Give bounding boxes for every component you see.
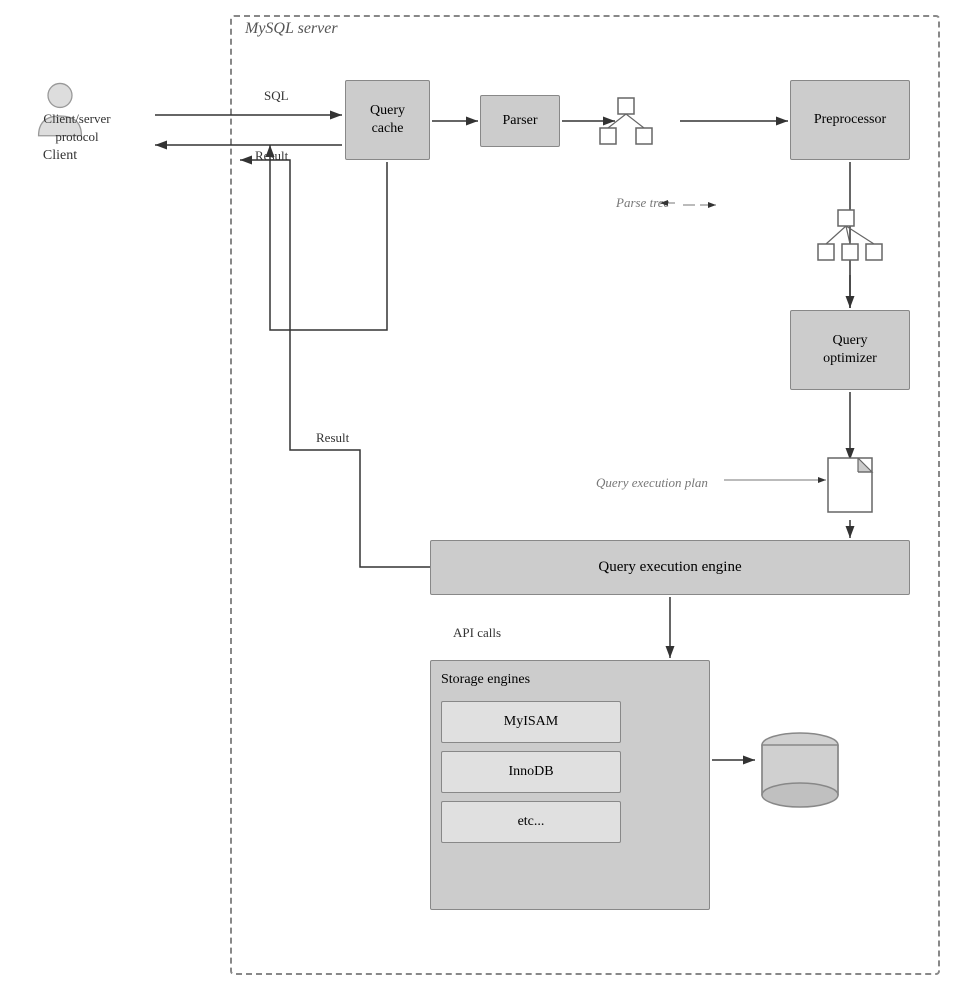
result-top-label: Result — [255, 148, 288, 164]
storage-engines-box: Storage engines MyISAM InnoDB etc... — [430, 660, 710, 910]
api-calls-label: API calls — [453, 625, 501, 641]
execution-plan-label: Query execution plan — [596, 475, 708, 491]
preprocessor-box: Preprocessor — [790, 80, 910, 160]
protocol-label: Client/server protocol — [22, 110, 132, 146]
diagram-container: MySQL server Client Client/server protoc… — [0, 0, 963, 1000]
parser-box: Parser — [480, 95, 560, 147]
result-left-label: Result — [316, 430, 349, 446]
query-execution-engine-box: Query execution engine — [430, 540, 910, 595]
query-cache-box: Query cache — [345, 80, 430, 160]
mysql-server-label: MySQL server — [245, 20, 338, 38]
sql-label: SQL — [264, 88, 289, 104]
innodb-box: InnoDB — [441, 751, 621, 793]
query-optimizer-box: Query optimizer — [790, 310, 910, 390]
client-label: Client — [43, 148, 77, 164]
parse-tree-label: Parse tree — [616, 195, 669, 211]
etc-box: etc... — [441, 801, 621, 843]
myisam-box: MyISAM — [441, 701, 621, 743]
data-label: Data — [780, 755, 806, 771]
